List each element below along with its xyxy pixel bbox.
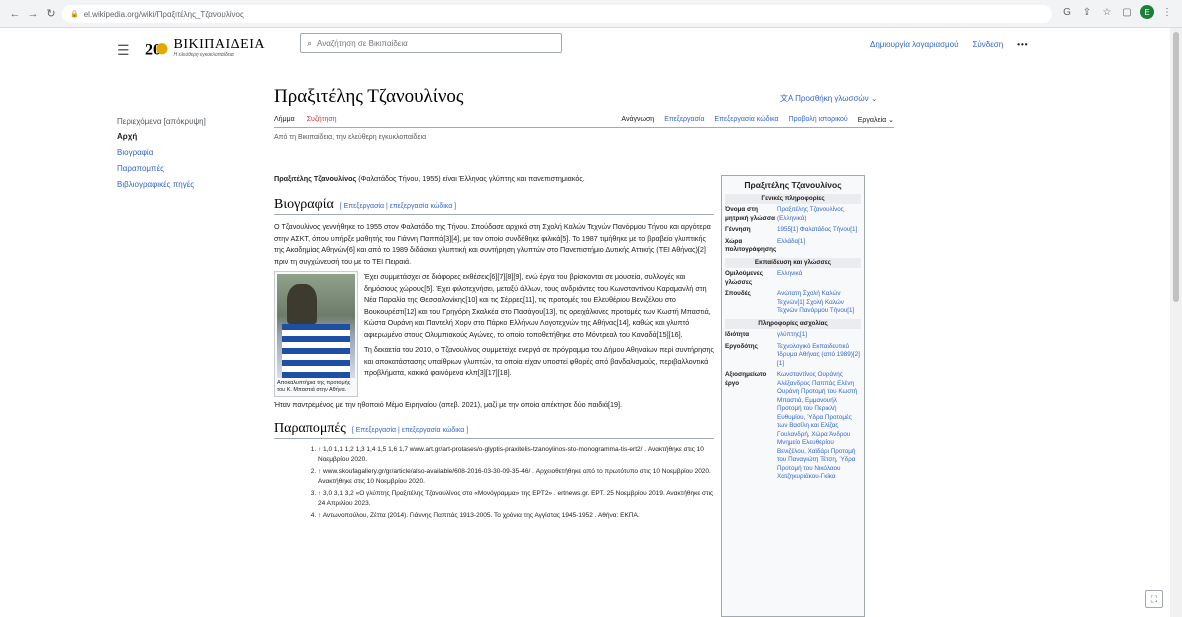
chevron-down-icon: ⌄ (870, 94, 878, 103)
url-text: el.wikipedia.org/wiki/Πραξιτέλης_Τζανουλ… (83, 9, 244, 19)
section-edit-links[interactable]: [ Επεξεργασία | επεξεργασία κώδικα ] (352, 427, 468, 434)
back-icon[interactable]: ← (6, 5, 24, 23)
section-heading-references: Παραπομπές[ Επεξεργασία | επεξεργασία κώ… (274, 421, 714, 439)
more-options-icon[interactable]: ••• (1017, 40, 1028, 49)
toc-item-references[interactable]: Παραπομπές (117, 164, 257, 173)
forward-icon[interactable]: → (24, 5, 42, 23)
reference-item: ↑ 1,0 1,1 1,2 1,3 1,4 1,5 1,6 1,7 www.ar… (318, 445, 714, 465)
tab-article[interactable]: Λήμμα (274, 116, 295, 123)
reload-icon[interactable]: ↻ (42, 5, 60, 23)
infobox-section-work: Πληροφορίες ασχολίας (725, 318, 861, 329)
infobox-row: Σπουδές Ανώτατη Σχολή Καλών Τεχνών[1] Σχο… (725, 290, 855, 314)
search-placeholder: Αναζήτηση σε Βικιπαίδεια (317, 38, 408, 48)
toc-item-bibliography[interactable]: Βιβλιογραφικές πηγές (117, 180, 257, 189)
article-content: Πραξιτέλης Τζανουλίνος (Φαλατάδος Τήνου,… (274, 173, 714, 523)
share-icon[interactable]: ⇪ (1080, 5, 1094, 19)
section-heading-biography: Βιογραφία[ Επεξεργασία | επεξεργασία κώδ… (274, 197, 714, 215)
infobox-row: Ιδιότητα γλύπτης[1] (725, 331, 807, 338)
add-languages-label: Προσθήκη γλωσσών (795, 94, 869, 103)
page-tabs: Λήμμα Συζήτηση Ανάγνωση Επεξεργασία Επεξ… (274, 114, 894, 128)
create-account-link[interactable]: Δημιουργία λογαριασμού (870, 40, 958, 49)
infobox-section-education: Εκπαίδευση και γλώσσες (725, 257, 861, 268)
toc-item-top[interactable]: Αρχή (117, 132, 257, 141)
bookmark-star-icon[interactable]: ☆ (1100, 5, 1114, 19)
reference-item: ↑ Αντωνοπούλου, Ζέττα (2014). Γιάννης Πα… (318, 511, 714, 521)
tab-edit-source[interactable]: Επεξεργασία κώδικα (715, 116, 779, 124)
page-scrollbar[interactable] (1170, 28, 1182, 617)
sidebar-icon[interactable]: ▢ (1120, 5, 1134, 19)
address-bar[interactable]: 🔒 el.wikipedia.org/wiki/Πραξιτέλης_Τζανο… (62, 5, 1052, 23)
search-icon: ⌕ (307, 37, 313, 48)
references-list: ↑ 1,0 1,1 1,2 1,3 1,4 1,5 1,6 1,7 www.ar… (274, 445, 714, 521)
reference-item: ↑ 3,0 3,1 3,2 «Ο γλύπτης Πραξιτέλης Τζαν… (318, 489, 714, 509)
main-menu-icon[interactable]: ☰ (117, 42, 130, 59)
infobox: Πραξιτέλης Τζανουλίνος Γενικές πληροφορί… (721, 175, 865, 617)
wikipedia-globe-icon: 20 (145, 41, 168, 58)
site-tagline: Από τη Βικιπαίδεια, την ελεύθερη εγκυκλο… (274, 134, 427, 141)
infobox-row: Αξιοσημείωτο έργο Κωνσταντίνος Ουράνης Αλ… (725, 371, 858, 480)
toc-heading[interactable]: Περιεχόμενα [απόκρυψη] (117, 117, 257, 126)
logo-tagline: Η ελεύθερη εγκυκλοπαίδεια (173, 52, 234, 58)
infobox-row: Όνομα στη μητρική γλώσσα Πραξιτέλης Τζανο… (725, 206, 844, 222)
infobox-section-general: Γενικές πληροφορίες (725, 193, 861, 204)
infobox-row: Γέννηση 1955[1] Φαλατάδος Τήνου[1] (725, 226, 858, 233)
biography-paragraph-4: Ήταν παντρεμένος με την ηθοποιό Μέμο Ειρ… (274, 400, 623, 409)
login-link[interactable]: Σύνδεση (972, 40, 1003, 49)
table-of-contents: Περιεχόμενα [απόκρυψη] Αρχή Βιογραφία Πα… (117, 117, 257, 196)
add-languages-button[interactable]: 文A Προσθήκη γλωσσών ⌄ (780, 93, 878, 104)
biography-paragraph-1: Ο Τζανουλίνος γεννήθηκε το 1955 στον Φαλ… (274, 222, 711, 266)
photo-caption: Αποκαλυπτήρια της προτομής του Κ. Μπαστι… (277, 380, 351, 393)
infobox-row: Εργοδότης Τεχνολογικό Εκπαιδευτικό Ίδρυμα… (725, 342, 860, 367)
scrollbar-thumb[interactable] (1173, 32, 1179, 302)
infobox-row: Ομιλούμενες γλώσσες Ελληνικά (725, 270, 803, 286)
tab-read[interactable]: Ανάγνωση (621, 116, 654, 124)
profile-avatar[interactable]: E (1140, 5, 1154, 19)
expand-icon[interactable]: ⛶ (1145, 590, 1163, 608)
tab-history[interactable]: Προβολή ιστορικού (789, 116, 848, 124)
search-input[interactable]: ⌕ Αναζήτηση σε Βικιπαίδεια (300, 33, 562, 53)
infobox-row: Χώρα πολιτογράφησης Ελλάδα[1] (725, 237, 806, 254)
tab-tools[interactable]: Εργαλεία ⌄ (858, 116, 894, 124)
logo-wordmark: ΒΙΚΙΠΑΙΔΕΙΑ (173, 37, 265, 52)
photo-thumbnail[interactable]: Αποκαλυπτήρια της προτομής του Κ. Μπαστι… (274, 271, 358, 397)
browser-toolbar: ← → ↻ 🔒 el.wikipedia.org/wiki/Πραξιτέλης… (0, 0, 1182, 28)
page-title: Πραξιτέλης Τζανουλίνος (274, 86, 464, 107)
tab-talk[interactable]: Συζήτηση (307, 116, 337, 123)
section-edit-links[interactable]: [ Επεξεργασία | επεξεργασία κώδικα ] (340, 203, 456, 210)
toc-item-biography[interactable]: Βιογραφία (117, 148, 257, 157)
infobox-title: Πραξιτέλης Τζανουλίνος (744, 180, 842, 190)
menu-dots-icon[interactable]: ⋮ (1160, 5, 1174, 19)
bust-unveiling-photo[interactable] (277, 274, 355, 378)
biography-paragraph-2: Έχει συμμετάσχει σε διάφορες εκθέσεις[6]… (364, 272, 711, 339)
language-icon: 文A (780, 94, 793, 103)
intro-paragraph: Πραξιτέλης Τζανουλίνος (Φαλατάδος Τήνου,… (274, 174, 585, 183)
lock-icon: 🔒 (70, 11, 79, 18)
biography-paragraph-3: Τη δεκαετία του 2010, ο Τζανουλίνος συμμ… (364, 345, 714, 377)
google-icon[interactable]: G (1060, 5, 1074, 19)
wikipedia-logo[interactable]: 20 ΒΙΚΙΠΑΙΔΕΙΑ Η ελεύθερη εγκυκλοπαίδεια (145, 33, 265, 63)
reference-item: ↑ www.skoufagallery.gr/gr/article/also-a… (318, 467, 714, 487)
tab-edit[interactable]: Επεξεργασία (664, 116, 704, 124)
